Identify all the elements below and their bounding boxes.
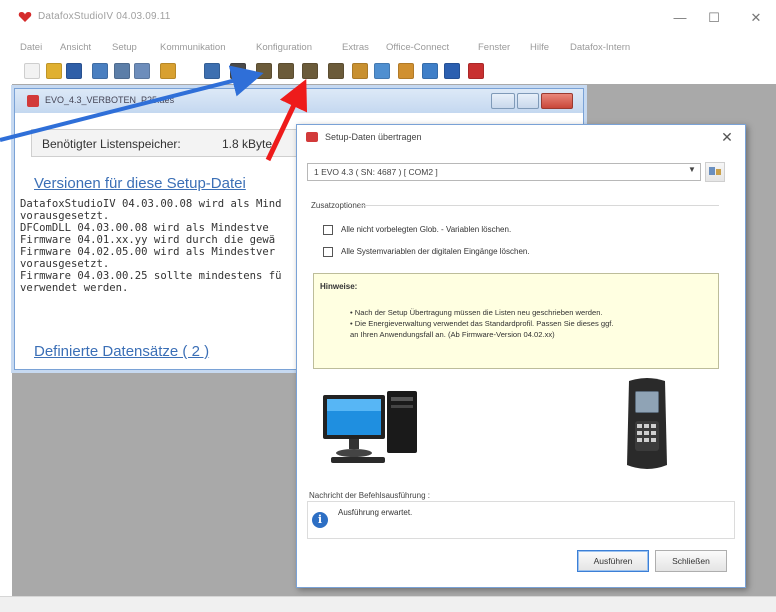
hint-box: Hinweise: • Nach der Setup Übertragung m… [313, 273, 719, 369]
run-button[interactable]: Ausführen [577, 550, 649, 572]
menu-office-connect[interactable]: Office-Connect [386, 42, 449, 53]
search-icon[interactable] [398, 63, 414, 79]
chevron-down-icon[interactable]: ▼ [688, 165, 696, 174]
stop-icon[interactable] [468, 63, 484, 79]
child-minimize-button[interactable] [491, 93, 515, 109]
status-bar [0, 596, 776, 612]
version-line: Firmware 04.03.00.25 sollte mindestens f… [20, 270, 282, 282]
chart-icon[interactable] [422, 63, 438, 79]
version-line: verwendet werden. [20, 282, 129, 294]
read-data-icon[interactable] [328, 63, 344, 79]
hint-line: an Ihren Anwendungsfall an. (Ab Firmware… [350, 330, 555, 339]
close-button[interactable]: ✕ [736, 6, 776, 30]
list-memory-label: Benötigter Listenspeicher: [42, 137, 181, 151]
menu-ansicht[interactable]: Ansicht [60, 42, 91, 53]
versions-heading-link[interactable]: Versionen für diese Setup-Datei [34, 175, 246, 192]
dialog-close-button[interactable]: ✕ [717, 129, 737, 147]
setup-file-window-title: EVO_4.3_VERBOTEN_P25.aes [45, 95, 175, 105]
child-maximize-button[interactable] [517, 93, 539, 109]
datafox-logo-icon [18, 12, 32, 22]
menu-fenster[interactable]: Fenster [478, 42, 510, 53]
sheet-icon[interactable] [134, 63, 150, 79]
versions-text: DatafoxStudioIV 04.03.00.08 wird als Min… [20, 198, 290, 294]
clock-icon[interactable] [374, 63, 390, 79]
terminal-illustration [627, 378, 667, 469]
new-icon[interactable] [24, 63, 40, 79]
version-line: vorausgesetzt. [20, 210, 110, 222]
table-icon[interactable] [114, 63, 130, 79]
transfer-firmware-icon[interactable] [278, 63, 294, 79]
maximize-button[interactable]: ☐ [694, 6, 734, 30]
toolbar [0, 60, 776, 84]
menu-hilfe[interactable]: Hilfe [530, 42, 549, 53]
dialog-app-icon [306, 132, 318, 142]
version-line: DFComDLL 04.03.00.08 wird als Mindestve [20, 222, 269, 234]
version-line: Firmware 04.02.05.00 wird als Mindestver [20, 246, 276, 258]
menu-kommunikation[interactable]: Kommunikation [160, 42, 225, 53]
save-icon[interactable] [66, 63, 82, 79]
device-list-icon [709, 167, 721, 175]
menu-setup[interactable]: Setup [112, 42, 137, 53]
open-folder-icon[interactable] [46, 63, 62, 79]
device-icon[interactable] [160, 63, 176, 79]
records-heading-link[interactable]: Definierte Datensätze ( 2 ) [34, 343, 209, 360]
menu-extras[interactable]: Extras [342, 42, 369, 53]
info-icon: i [312, 512, 328, 528]
undo-icon[interactable] [204, 63, 220, 79]
menu-datafox-intern[interactable]: Datafox-Intern [570, 42, 630, 53]
transfer-setup-dialog: Setup-Daten übertragen ✕ 1 EVO 4.3 ( SN:… [296, 124, 746, 588]
child-window-controls [491, 93, 573, 109]
option2-label[interactable]: Alle Systemvariablen der digitalen Eingä… [341, 247, 530, 256]
list-memory-panel: Benötigter Listenspeicher: 1.8 kByte [31, 129, 303, 157]
transfer-setup-icon[interactable] [256, 63, 272, 79]
dialog-title: Setup-Daten übertragen [325, 132, 422, 142]
child-close-button[interactable] [541, 93, 573, 109]
message-box: i Ausführung erwartet. [307, 501, 735, 539]
version-line: DatafoxStudioIV 04.03.00.08 wird als Min… [20, 198, 282, 210]
version-line: Firmware 04.01.xx.yy wird durch die gewä [20, 234, 276, 246]
option1-checkbox[interactable] [323, 225, 333, 235]
list-memory-value: 1.8 kByte [222, 137, 273, 151]
menu-konfiguration[interactable]: Konfiguration [256, 42, 312, 53]
menu-bar: Datei Ansicht Setup Kommunikation Konfig… [0, 40, 776, 56]
title-bar: DatafoxStudioIV 04.03.09.11 — ☐ ✕ [0, 0, 776, 36]
app-title: DatafoxStudioIV 04.03.09.11 [38, 11, 171, 22]
option1-label[interactable]: Alle nicht vorbelegten Glob. - Variablen… [341, 225, 511, 234]
hint-line: • Nach der Setup Übertragung müssen die … [350, 308, 603, 317]
setup-file-icon [27, 95, 39, 107]
dialog-titlebar[interactable]: Setup-Daten übertragen ✕ [297, 125, 745, 149]
version-line: vorausgesetzt. [20, 258, 110, 270]
menu-datei[interactable]: Datei [20, 42, 42, 53]
setup-file-window-titlebar[interactable]: EVO_4.3_VERBOTEN_P25.aes [15, 89, 583, 113]
transfer-lists-icon[interactable] [302, 63, 318, 79]
download-icon[interactable] [230, 63, 246, 79]
device-select[interactable]: 1 EVO 4.3 ( SN: 4687 ) [ COM2 ] ▼ [307, 163, 701, 181]
device-list-button[interactable] [705, 162, 725, 182]
options-divider [359, 205, 719, 206]
hint-title: Hinweise: [320, 282, 358, 291]
hint-line: • Die Energieverwaltung verwendet das St… [350, 319, 614, 328]
pc-illustration [323, 391, 417, 463]
close-dialog-button[interactable]: Schließen [655, 550, 727, 572]
info-icon[interactable] [444, 63, 460, 79]
message-text: Ausführung erwartet. [338, 508, 413, 517]
user-icon[interactable] [352, 63, 368, 79]
device-select-value: 1 EVO 4.3 ( SN: 4687 ) [ COM2 ] [314, 167, 438, 177]
message-label: Nachricht der Befehlsausführung : [309, 491, 430, 500]
grid-icon[interactable] [92, 63, 108, 79]
option2-checkbox[interactable] [323, 247, 333, 257]
